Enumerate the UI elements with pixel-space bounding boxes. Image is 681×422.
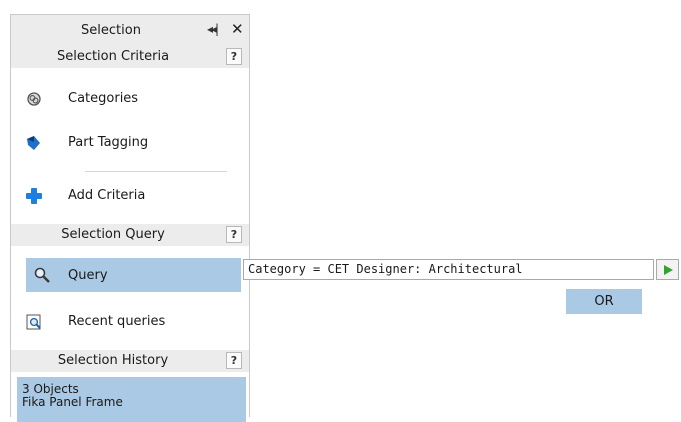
search-icon [33, 266, 51, 284]
selection-panel: Selection ◂◂| ✕ Selection Criteria ? Cat… [10, 14, 250, 422]
play-icon [664, 265, 673, 275]
categories-icon [25, 90, 43, 108]
query-input[interactable]: Category = CET Designer: Architectural [243, 259, 654, 280]
criteria-item-label: Categories [68, 91, 139, 106]
recent-queries-label: Recent queries [68, 314, 166, 329]
history-entry-name: Fika Panel Frame [22, 395, 123, 409]
history-entry[interactable]: 3 Objects Fika Panel Frame [17, 377, 246, 422]
section-header-history: Selection History ? [11, 350, 249, 372]
query-item[interactable]: Query [26, 258, 241, 292]
close-icon[interactable]: ✕ [231, 20, 244, 38]
criteria-item-add[interactable]: Add Criteria [11, 181, 249, 211]
history-entry-count: 3 Objects [22, 382, 79, 396]
tag-icon [25, 134, 43, 152]
query-item-label: Query [68, 268, 108, 283]
criteria-item-label: Part Tagging [68, 135, 149, 150]
help-icon[interactable]: ? [226, 226, 242, 243]
help-icon[interactable]: ? [226, 48, 242, 65]
unpin-arrows-icon[interactable]: ◂◂| [207, 22, 219, 36]
or-button[interactable]: OR [566, 289, 642, 314]
criteria-item-part-tagging[interactable]: Part Tagging [11, 128, 249, 158]
plus-icon [25, 187, 43, 205]
run-query-button[interactable] [656, 259, 679, 280]
recent-search-icon [25, 313, 43, 331]
panel-titlebar: Selection ◂◂| ✕ [11, 14, 249, 47]
section-title-history: Selection History [57, 353, 169, 368]
section-header-query: Selection Query ? [11, 224, 249, 246]
help-icon[interactable]: ? [226, 352, 242, 369]
section-title-criteria: Selection Criteria [56, 49, 170, 64]
section-title-query: Selection Query [61, 227, 165, 242]
recent-queries-item[interactable]: Recent queries [11, 307, 249, 337]
section-header-criteria: Selection Criteria ? [11, 46, 249, 68]
divider [85, 171, 227, 172]
criteria-item-label: Add Criteria [68, 188, 146, 203]
criteria-item-categories[interactable]: Categories [11, 84, 249, 114]
panel-title: Selection [81, 23, 141, 38]
